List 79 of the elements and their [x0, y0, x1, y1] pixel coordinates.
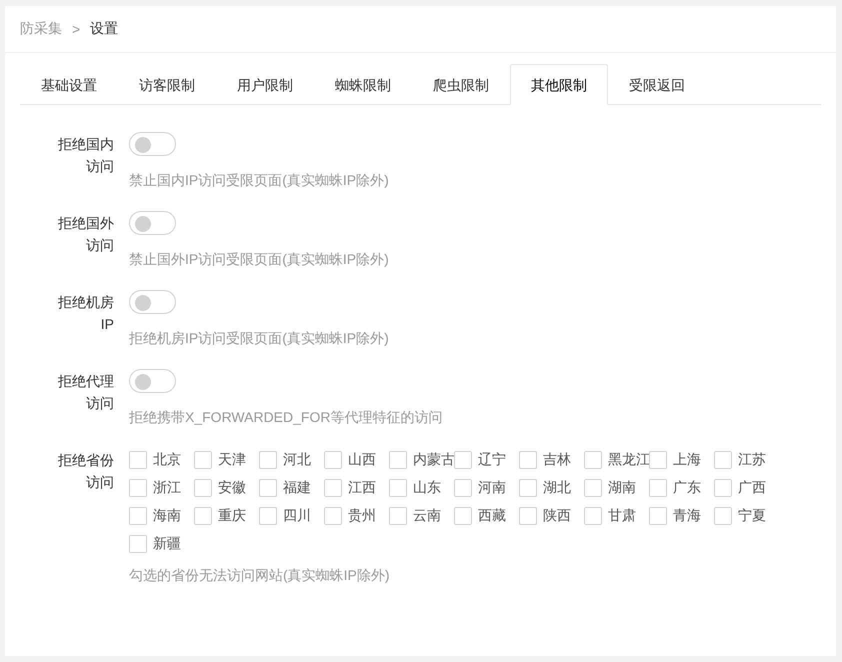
help-text: 拒绝携带X_FORWARDED_FOR等代理特征的访问	[129, 408, 444, 427]
checkbox[interactable]	[649, 507, 667, 525]
setting-label: 拒绝机房IP	[57, 293, 114, 334]
toggle-switch[interactable]	[129, 211, 176, 235]
checkbox-label: 四川	[283, 507, 311, 525]
help-text: 禁止国外IP访问受限页面(真实蜘蛛IP除外)	[129, 250, 390, 269]
checkbox[interactable]	[129, 507, 147, 525]
checkbox-label: 吉林	[543, 451, 571, 469]
checkbox-label: 江苏	[738, 451, 766, 469]
checkbox-label: 甘肃	[608, 507, 636, 525]
setting-label: 拒绝国外访问	[57, 214, 114, 255]
checkbox[interactable]	[194, 451, 212, 469]
checkbox-label: 湖南	[608, 479, 636, 497]
checkbox[interactable]	[259, 451, 277, 469]
toggle-switch[interactable]	[129, 132, 176, 156]
checkbox-label: 黑龙江	[608, 451, 650, 469]
checkbox[interactable]	[389, 479, 407, 497]
checkbox-label: 天津	[218, 451, 246, 469]
checkbox[interactable]	[324, 451, 342, 469]
checkbox-label: 陕西	[543, 507, 571, 525]
checkbox-label: 山西	[348, 451, 376, 469]
checkbox[interactable]	[714, 451, 732, 469]
checkbox[interactable]	[194, 479, 212, 497]
help-text: 勾选的省份无法访问网站(真实蜘蛛IP除外)	[129, 566, 391, 585]
checkbox-label: 云南	[413, 507, 441, 525]
tab[interactable]: 其他限制	[510, 64, 608, 105]
checkbox-label: 北京	[153, 451, 181, 469]
checkbox[interactable]	[649, 451, 667, 469]
checkbox-label: 贵州	[348, 507, 376, 525]
checkbox-label: 辽宁	[478, 451, 506, 469]
checkbox-label: 浙江	[153, 479, 181, 497]
checkbox[interactable]	[584, 507, 602, 525]
checkbox-label: 海南	[153, 507, 181, 525]
checkbox[interactable]	[259, 507, 277, 525]
checkbox[interactable]	[454, 507, 472, 525]
toggle-switch[interactable]	[129, 290, 176, 314]
checkbox-label: 广西	[738, 479, 766, 497]
checkbox-label: 福建	[283, 479, 311, 497]
checkbox-label: 广东	[673, 479, 701, 497]
checkbox-label: 江西	[348, 479, 376, 497]
breadcrumb-link[interactable]: 设置	[90, 20, 118, 38]
checkbox-label: 宁夏	[738, 507, 766, 525]
checkbox[interactable]	[714, 507, 732, 525]
help-text: 拒绝机房IP访问受限页面(真实蜘蛛IP除外)	[129, 329, 390, 348]
checkbox[interactable]	[649, 479, 667, 497]
help-text: 禁止国内IP访问受限页面(真实蜘蛛IP除外)	[129, 171, 390, 190]
setting-label: 拒绝国内访问	[57, 135, 114, 176]
checkbox[interactable]	[194, 507, 212, 525]
checkbox[interactable]	[519, 507, 537, 525]
checkbox[interactable]	[584, 479, 602, 497]
setting-label: 拒绝代理访问	[57, 372, 114, 413]
checkbox[interactable]	[389, 507, 407, 525]
checkbox-label: 山东	[413, 479, 441, 497]
checkbox-label: 湖北	[543, 479, 571, 497]
checkbox[interactable]	[129, 451, 147, 469]
checkbox[interactable]	[259, 479, 277, 497]
checkbox-label: 内蒙古	[413, 451, 455, 469]
checkbox[interactable]	[519, 479, 537, 497]
checkbox-label: 青海	[673, 507, 701, 525]
checkbox-label: 西藏	[478, 507, 506, 525]
breadcrumb-separator: >	[72, 21, 80, 37]
checkbox[interactable]	[519, 451, 537, 469]
checkbox[interactable]	[454, 479, 472, 497]
checkbox-label: 河南	[478, 479, 506, 497]
checkbox[interactable]	[584, 451, 602, 469]
checkbox[interactable]	[714, 479, 732, 497]
setting-label: 拒绝省份访问	[57, 451, 114, 492]
checkbox[interactable]	[324, 507, 342, 525]
checkbox[interactable]	[129, 479, 147, 497]
toggle-switch[interactable]	[129, 369, 176, 393]
checkbox[interactable]	[129, 535, 147, 553]
checkbox[interactable]	[454, 451, 472, 469]
checkbox[interactable]	[324, 479, 342, 497]
checkbox-label: 安徽	[218, 479, 246, 497]
checkbox-label: 河北	[283, 451, 311, 469]
checkbox[interactable]	[389, 451, 407, 469]
checkbox-label: 重庆	[218, 507, 246, 525]
checkbox-label: 新疆	[153, 535, 181, 553]
checkbox-label: 上海	[673, 451, 701, 469]
